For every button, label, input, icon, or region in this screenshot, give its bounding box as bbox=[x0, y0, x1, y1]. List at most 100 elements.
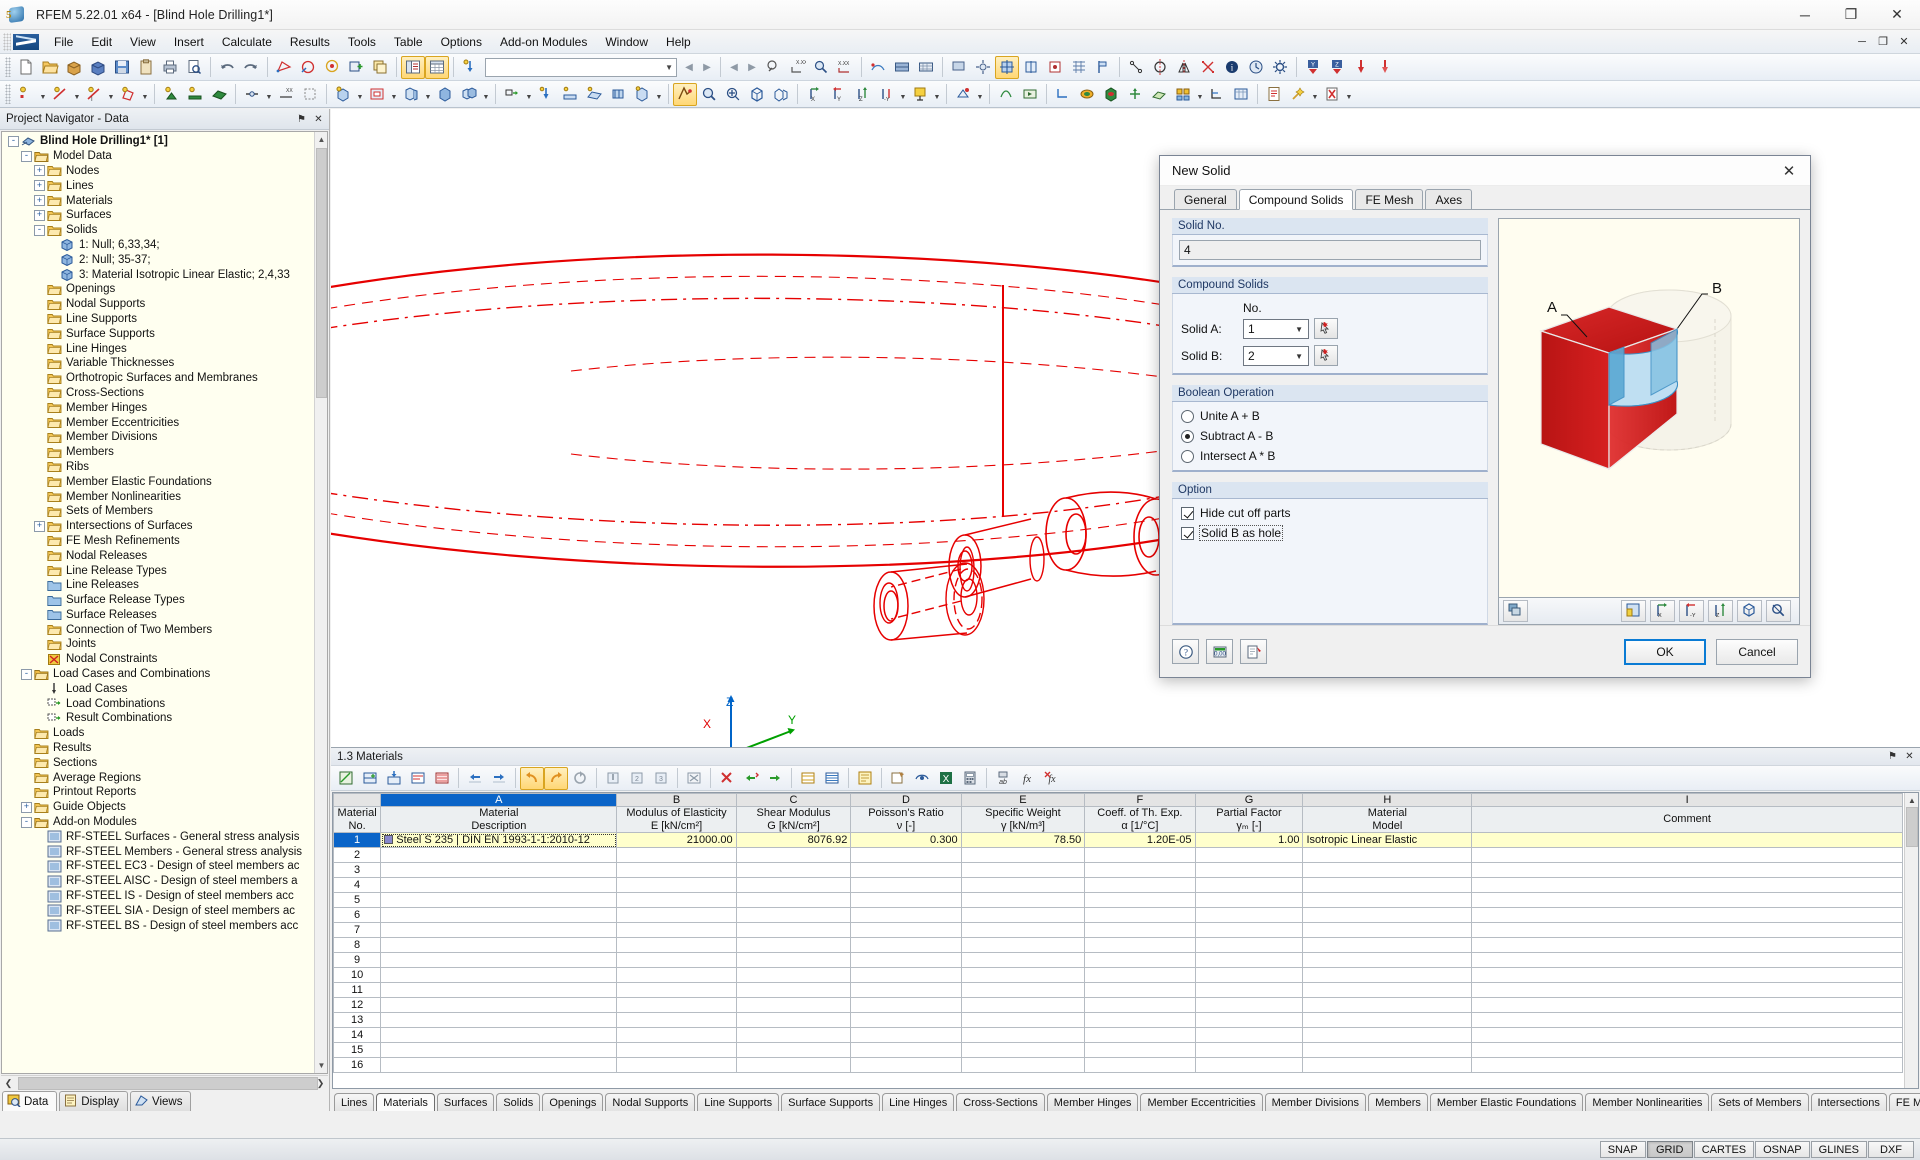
tree-item-rf-steel-members-general-stress-analysis[interactable]: RF-STEEL Members - General stress analys… bbox=[4, 844, 314, 859]
tree-item-printout-reports[interactable]: Printout Reports bbox=[4, 785, 314, 800]
menu-add-on-modules[interactable]: Add-on Modules bbox=[491, 32, 596, 52]
new-line-dropdown[interactable]: ▼ bbox=[72, 83, 82, 106]
solid-no-input[interactable]: 4 bbox=[1179, 240, 1481, 260]
table-tab-materials[interactable]: Materials bbox=[376, 1093, 435, 1111]
table-row[interactable]: 7 bbox=[333, 922, 1903, 938]
table-row[interactable]: 10 bbox=[333, 967, 1903, 983]
measure-button[interactable] bbox=[1124, 56, 1148, 79]
surface-support-button[interactable] bbox=[207, 83, 231, 106]
row-number[interactable]: 10 bbox=[333, 967, 382, 983]
table-tab-intersections[interactable]: Intersections bbox=[1810, 1093, 1887, 1111]
zoom-all-preview-button[interactable] bbox=[1766, 600, 1791, 622]
navigator-tab-display[interactable]: Display bbox=[59, 1091, 129, 1111]
table-del-left-button[interactable] bbox=[739, 767, 763, 790]
grid-cell-G14[interactable] bbox=[1194, 1027, 1304, 1043]
tree-item-rf-steel-ec3-design-of-steel-members-ac[interactable]: RF-STEEL EC3 - Design of steel members a… bbox=[4, 859, 314, 874]
grid-cell-A15[interactable] bbox=[380, 1042, 618, 1058]
grid-cell-H1[interactable]: Isotropic Linear Elastic bbox=[1302, 832, 1473, 848]
delete-dropdown[interactable]: ▼ bbox=[1344, 83, 1354, 106]
close-window-button[interactable]: ✕ bbox=[1874, 0, 1920, 30]
mirror-button[interactable] bbox=[1172, 56, 1196, 79]
menu-insert[interactable]: Insert bbox=[165, 32, 213, 52]
grid-cell-D14[interactable] bbox=[850, 1027, 962, 1043]
table-notes-button[interactable] bbox=[853, 767, 877, 790]
grid-cell-E3[interactable] bbox=[960, 862, 1086, 878]
navigator-tab-data[interactable]: Data bbox=[2, 1091, 58, 1111]
tree-item-joints[interactable]: Joints bbox=[4, 637, 314, 652]
fe-mesh-settings-button[interactable] bbox=[971, 56, 995, 79]
table-abc-button[interactable]: ab bbox=[991, 767, 1015, 790]
row-number[interactable]: 4 bbox=[333, 877, 382, 893]
loadcase-prev-button[interactable]: ◀ bbox=[680, 56, 698, 79]
tree-item-average-regions[interactable]: Average Regions bbox=[4, 770, 314, 785]
table-rows-button[interactable] bbox=[796, 767, 820, 790]
isolines-button[interactable] bbox=[1099, 83, 1123, 106]
tree-item-intersections-of-surfaces[interactable]: + Intersections of Surfaces bbox=[4, 519, 314, 534]
member-hinge-dropdown[interactable]: ▼ bbox=[264, 83, 274, 106]
tree-item-fe-mesh-refinements[interactable]: FE Mesh Refinements bbox=[4, 534, 314, 549]
render-mesh-button[interactable] bbox=[914, 56, 938, 79]
print-button[interactable] bbox=[158, 56, 182, 79]
tree-item-member-elastic-foundations[interactable]: Member Elastic Foundations bbox=[4, 474, 314, 489]
tree-item-result-combinations[interactable]: Result Combinations bbox=[4, 711, 314, 726]
grid-cell-F16[interactable] bbox=[1084, 1057, 1196, 1073]
table-tab-member-nonlinearities[interactable]: Member Nonlinearities bbox=[1585, 1093, 1710, 1111]
tree-item-rf-steel-is-design-of-steel-members-acc[interactable]: RF-STEEL IS - Design of steel members ac… bbox=[4, 889, 314, 904]
grid-cell-B7[interactable] bbox=[616, 922, 737, 938]
new-line-button[interactable] bbox=[48, 83, 72, 106]
new-surface-button[interactable] bbox=[116, 83, 140, 106]
solid-copy-dropdown[interactable]: ▼ bbox=[481, 83, 491, 106]
grid-cell-I11[interactable] bbox=[1471, 982, 1903, 998]
grid-cell-D7[interactable] bbox=[850, 922, 962, 938]
view-in-z-button[interactable]: Z bbox=[850, 83, 874, 106]
grid-cell-C4[interactable] bbox=[735, 877, 852, 893]
table-row[interactable]: 2 bbox=[333, 847, 1903, 863]
grid-cell-F15[interactable] bbox=[1084, 1042, 1196, 1058]
grid-cell-A12[interactable] bbox=[380, 997, 618, 1013]
grid-cell-I16[interactable] bbox=[1471, 1057, 1903, 1073]
settings-dialog-button[interactable] bbox=[1240, 639, 1267, 664]
table-calc-button[interactable] bbox=[958, 767, 982, 790]
opening-button[interactable] bbox=[365, 83, 389, 106]
grid-column-header-I[interactable]: I bbox=[1471, 793, 1903, 807]
grid-cell-D8[interactable] bbox=[850, 937, 962, 953]
print-preview-button[interactable] bbox=[182, 56, 206, 79]
loadcase-next-button[interactable]: ▶ bbox=[698, 56, 716, 79]
new-file-button[interactable] bbox=[14, 56, 38, 79]
table-row[interactable]: 15 bbox=[333, 1042, 1903, 1058]
loads-button[interactable] bbox=[458, 56, 482, 79]
settings-button[interactable] bbox=[1268, 56, 1292, 79]
navigator-close-button[interactable]: ✕ bbox=[311, 112, 326, 127]
table-tab-openings[interactable]: Openings bbox=[542, 1093, 604, 1111]
grid-cell-A8[interactable] bbox=[380, 937, 618, 953]
grid-cell-D13[interactable] bbox=[850, 1012, 962, 1028]
deform-button[interactable] bbox=[994, 83, 1018, 106]
table-insert-row-button[interactable] bbox=[358, 767, 382, 790]
magnifier-button[interactable] bbox=[809, 56, 833, 79]
mdi-minimize-button[interactable]: ─ bbox=[1852, 33, 1872, 51]
grid-cell-G2[interactable] bbox=[1194, 847, 1304, 863]
table-undo-button[interactable] bbox=[520, 766, 544, 790]
row-number[interactable]: 11 bbox=[333, 982, 382, 998]
grid-cell-A2[interactable] bbox=[380, 847, 618, 863]
materials-grid[interactable]: A B C D E F G H I Material No. Material Description M… bbox=[333, 793, 1903, 1073]
line-load-button[interactable] bbox=[558, 83, 582, 106]
show-grid-button[interactable] bbox=[1067, 56, 1091, 79]
vectors-button[interactable] bbox=[1123, 83, 1147, 106]
grid-cell-C16[interactable] bbox=[735, 1057, 852, 1073]
table-next-button[interactable] bbox=[487, 767, 511, 790]
grid-cell-F14[interactable] bbox=[1084, 1027, 1196, 1043]
tree-item-solids[interactable]: - Solids bbox=[4, 223, 314, 238]
collapse-icon[interactable]: - bbox=[21, 150, 32, 162]
grid-cell-C2[interactable] bbox=[735, 847, 852, 863]
view-y-button[interactable]: -Y bbox=[1679, 600, 1704, 622]
tree-item-member-nonlinearities[interactable]: Member Nonlinearities bbox=[4, 489, 314, 504]
grid-cell-C6[interactable] bbox=[735, 907, 852, 923]
render-mode-button[interactable] bbox=[1503, 600, 1528, 622]
grid-cell-G1[interactable]: 1.00 bbox=[1194, 832, 1304, 848]
select-all-button[interactable] bbox=[320, 56, 344, 79]
grid-cell-G8[interactable] bbox=[1194, 937, 1304, 953]
grid-cell-D16[interactable] bbox=[850, 1057, 962, 1073]
menu-tools[interactable]: Tools bbox=[339, 32, 385, 52]
radio-button[interactable] bbox=[1181, 429, 1194, 443]
